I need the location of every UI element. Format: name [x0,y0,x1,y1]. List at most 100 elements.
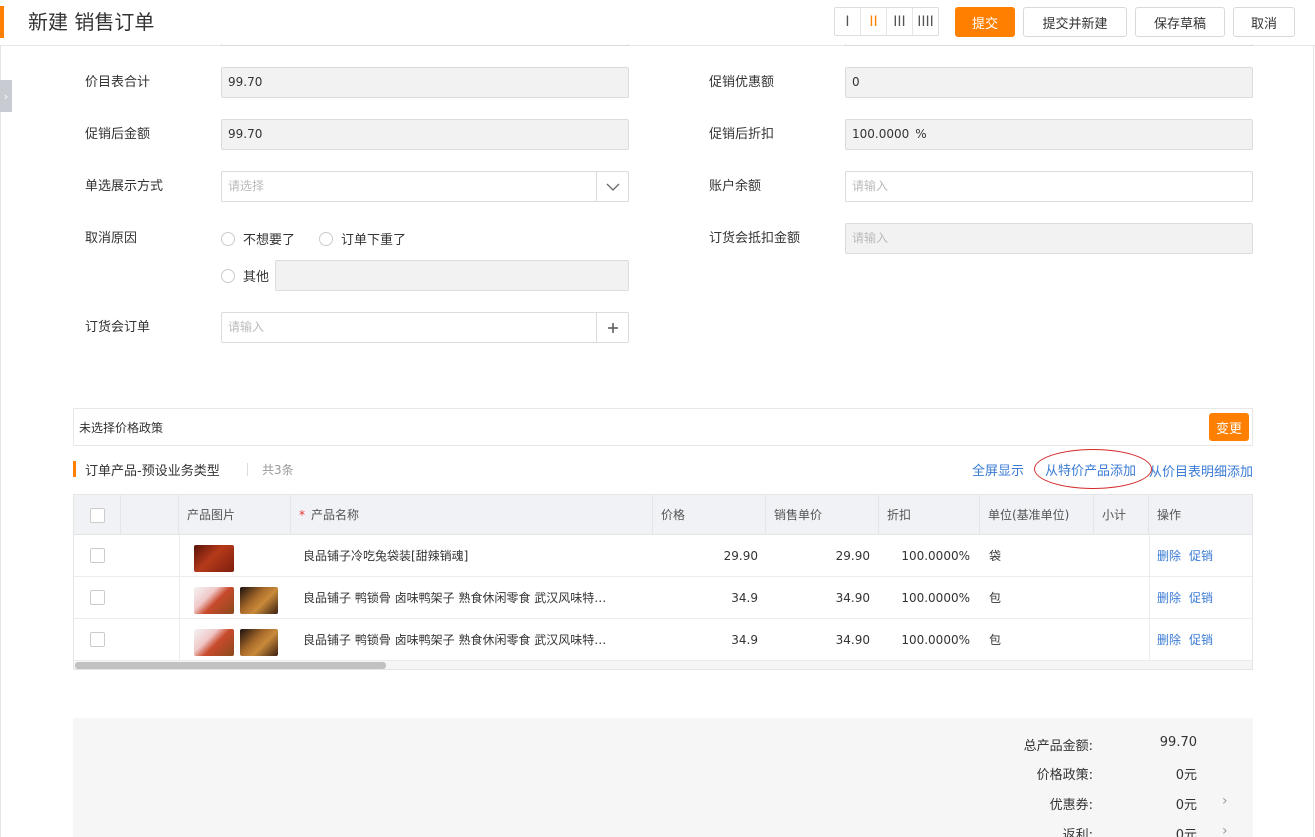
fair-order-placeholder: 请输入 [228,320,265,334]
header-discount: 折扣 [879,495,980,535]
product-price: 34.9 [731,591,758,605]
chevron-right-icon[interactable]: › [1222,793,1228,809]
cancel-reason-option-2[interactable]: 订单下重了 [319,229,406,248]
products-section-title: 订单产品-预设业务类型 [85,464,220,479]
product-name[interactable]: 良品铺子 鸭锁骨 卤味鸭架子 熟食休闲零食 武汉风味特… [303,619,643,661]
chevron-right-icon[interactable]: › [1222,823,1228,837]
cancel-button[interactable]: 取消 [1233,7,1295,37]
cancel-reason-other-input[interactable] [275,260,629,291]
radio-label: 其他 [243,270,270,285]
submit-and-new-button[interactable]: 提交并新建 [1023,7,1127,37]
row-checkbox[interactable] [90,548,105,563]
select-all-checkbox[interactable] [90,508,105,523]
total-amount-value: 99.70 [1159,735,1197,750]
product-unit-price[interactable]: 34.90 [766,577,870,619]
layout-4-column-button[interactable]: IIII [913,8,938,35]
product-price: 29.90 [723,549,758,563]
price-policy-bar: 未选择价格政策 变更 [73,408,1253,446]
layout-2-column-button[interactable]: II [861,8,887,35]
header-name: * 产品名称 [291,495,653,535]
column-divider [179,535,180,577]
column-divider [1149,535,1150,577]
highlight-circle [1034,449,1152,489]
table-row: 良品铺子 鸭锁骨 卤味鸭架子 熟食休闲零食 武汉风味特… 34.9 34.90 … [74,577,1252,619]
after-promo-amount-field: 99.70 [221,119,629,150]
layout-1-column-button[interactable]: I [835,8,861,35]
product-subtotal [1094,619,1144,661]
header-spacer [121,495,179,535]
scrollbar-thumb[interactable] [75,662,386,669]
radio-label: 订单下重了 [341,233,407,248]
fair-deduction-label: 订货会抵扣金额 [709,231,801,246]
promo-link[interactable]: 促销 [1189,633,1213,647]
row-actions: 删除 促销 [1157,577,1252,619]
order-summary-panel: 总产品金额: 99.70 价格政策: 0元 优惠券: 0元 › 返利: 0元 › [73,718,1253,837]
column-divider [1149,577,1150,619]
product-image [194,629,234,656]
rebate-label: 返利: [1062,828,1093,837]
product-discount[interactable]: 100.0000% [879,619,970,661]
product-discount[interactable]: 100.0000% [879,577,970,619]
header-name-label: 产品名称 [311,508,360,522]
add-from-price-list-link[interactable]: 从价目表明细添加 [1149,461,1253,480]
table-row: 良品铺子冷吃兔袋装[甜辣销魂] 29.90 29.90 100.0000% 袋 … [74,535,1252,577]
radio-circle-icon [221,231,235,246]
table-header: 产品图片 * 产品名称 价格 销售单价 折扣 单位(基准单位) 小计 操作 [74,495,1252,535]
fullscreen-link[interactable]: 全屏显示 [972,460,1024,479]
delete-link[interactable]: 删除 [1157,591,1181,605]
chevron-down-icon[interactable] [596,172,628,201]
row-checkbox[interactable] [90,590,105,605]
delete-link[interactable]: 删除 [1157,633,1181,647]
after-promo-rate-field: 100.0000% [845,119,1253,150]
product-unit: 包 [989,591,1002,605]
fair-deduction-input[interactable]: 请输入 [845,223,1253,254]
display-mode-label: 单选展示方式 [85,179,164,194]
row-actions: 删除 促销 [1157,535,1252,577]
rebate-value: 0元 [1175,828,1197,837]
submit-button[interactable]: 提交 [955,7,1015,37]
promo-discount-label: 促销优惠额 [709,75,775,90]
product-unit: 包 [989,633,1002,647]
price-policy-label: 价格政策: [1036,768,1093,783]
display-mode-select[interactable]: 请选择 [221,171,629,202]
account-balance-label: 账户余额 [709,179,762,194]
total-amount-label: 总产品金额: [1023,739,1093,754]
table-horizontal-scrollbar[interactable] [74,661,1252,669]
product-name[interactable]: 良品铺子 鸭锁骨 卤味鸭架子 熟食休闲零食 武汉风味特… [303,577,643,619]
fair-order-label: 订货会订单 [85,320,151,335]
account-balance-input[interactable]: 请输入 [845,171,1253,202]
chevron-right-icon: › [3,89,9,103]
layout-3-column-button[interactable]: III [887,8,913,35]
products-table: 产品图片 * 产品名称 价格 销售单价 折扣 单位(基准单位) 小计 操作 良品铺… [73,494,1253,670]
percent-suffix: % [915,127,927,141]
display-mode-placeholder: 请选择 [228,179,265,193]
product-unit-price[interactable]: 34.90 [766,619,870,661]
product-subtotal [1094,535,1144,577]
row-checkbox[interactable] [90,632,105,647]
radio-label: 不想要了 [243,233,296,248]
product-discount[interactable]: 100.0000% [879,535,970,577]
promo-link[interactable]: 促销 [1189,549,1213,563]
product-image [240,587,278,614]
change-policy-button[interactable]: 变更 [1209,413,1249,441]
column-divider [1149,619,1150,661]
sidebar-expand-tab[interactable]: › [0,80,12,112]
promo-link[interactable]: 促销 [1189,591,1213,605]
fair-order-input[interactable]: 请输入 [221,312,629,343]
promo-discount-field: 0 [845,67,1253,98]
after-promo-rate-label: 促销后折扣 [709,127,775,142]
price-list-total-field: 99.70 [221,67,629,98]
right-border [1313,46,1314,837]
cancel-reason-label: 取消原因 [85,231,138,246]
product-unit-price[interactable]: 29.90 [766,535,870,577]
price-policy-value: 0元 [1175,768,1197,783]
page-header: 新建 销售订单 I II III IIII 提交 提交并新建 保存草稿 取消 [0,0,1315,46]
cancel-reason-option-other[interactable]: 其他 [221,266,269,285]
plus-icon[interactable] [596,313,628,342]
section-divider [247,463,248,476]
cancel-reason-option-1[interactable]: 不想要了 [221,229,295,248]
save-draft-button[interactable]: 保存草稿 [1135,7,1225,37]
delete-link[interactable]: 删除 [1157,549,1181,563]
product-price: 34.9 [731,633,758,647]
product-name[interactable]: 良品铺子冷吃兔袋装[甜辣销魂] [303,535,643,577]
